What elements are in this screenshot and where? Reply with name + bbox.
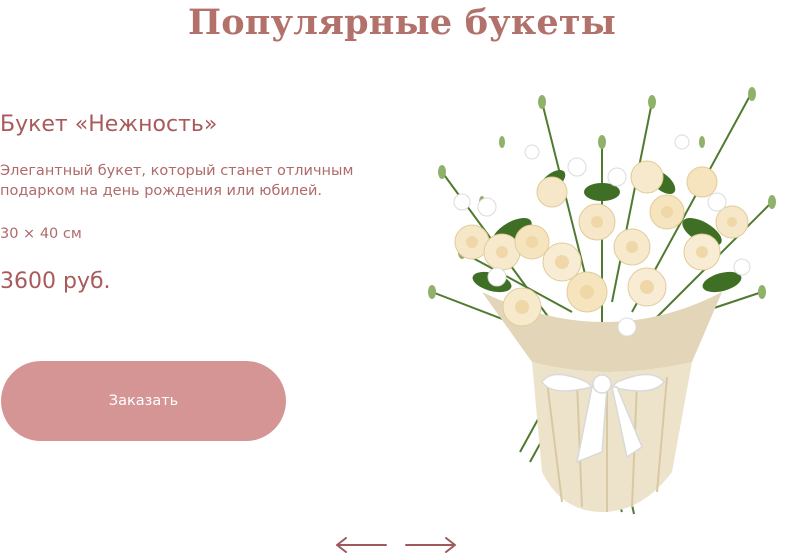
order-button[interactable]: Заказать <box>1 361 286 441</box>
arrow-left-icon[interactable] <box>334 536 388 554</box>
product-name: Букет «Нежность» <box>0 112 218 137</box>
product-description: Элегантный букет, который станет отличны… <box>0 163 354 199</box>
product-price: 3600 руб. <box>0 269 111 294</box>
arrow-right-icon[interactable] <box>404 536 458 554</box>
bouquet-image <box>428 87 776 515</box>
section-title: Популярные букеты <box>187 2 617 43</box>
product-size: 30 × 40 см <box>0 226 82 242</box>
